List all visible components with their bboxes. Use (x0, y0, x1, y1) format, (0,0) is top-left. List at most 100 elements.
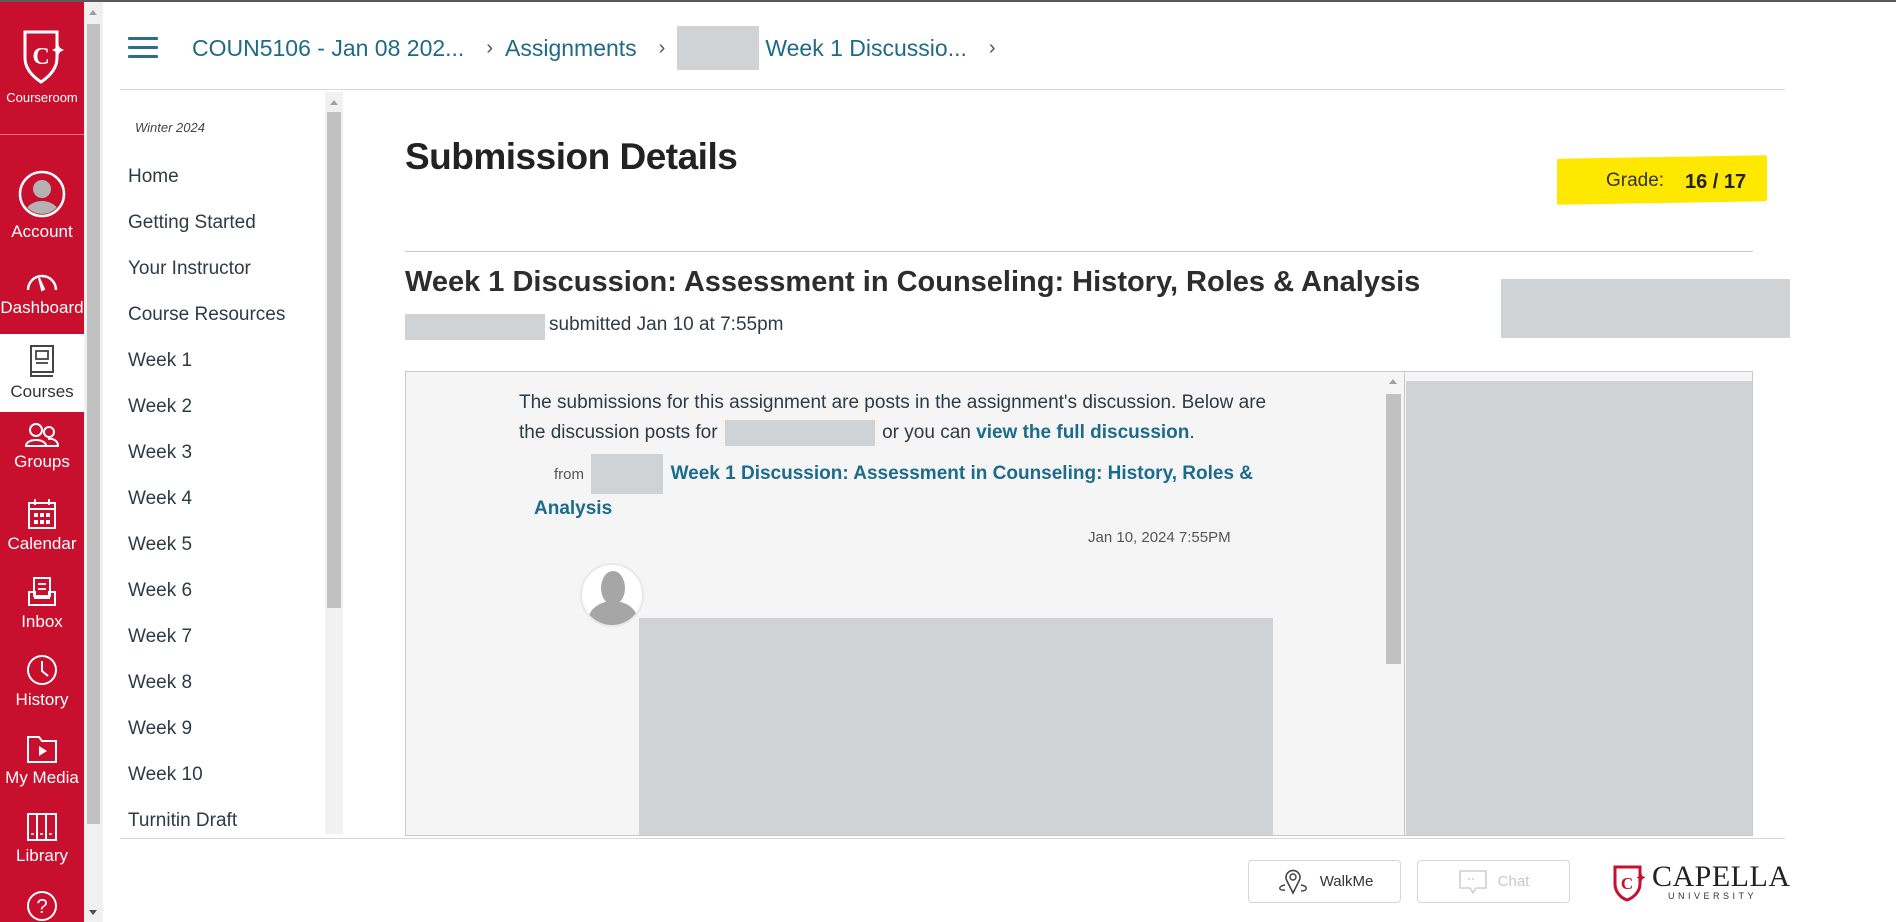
scroll-up-arrow-icon[interactable] (330, 100, 338, 105)
hamburger-menu-icon[interactable] (128, 37, 158, 59)
nav-inbox-label: Inbox (21, 612, 63, 631)
intro-text: or you can (882, 422, 971, 443)
course-nav-item-week-6[interactable]: Week 6 (128, 580, 285, 626)
submission-frame: The submissions for this assignment are … (405, 371, 1753, 836)
chat-button[interactable]: Chat (1417, 860, 1570, 903)
chevron-right-icon: › (658, 36, 666, 59)
nav-groups[interactable]: Groups (0, 422, 84, 472)
intro-text: . (1189, 422, 1195, 443)
course-nav-item-week-1[interactable]: Week 1 (128, 350, 285, 396)
course-nav-item-course-resources[interactable]: Course Resources (128, 304, 285, 350)
nav-calendar-label: Calendar (7, 534, 77, 553)
nav-divider (0, 134, 84, 135)
course-nav-scrollbar[interactable] (325, 92, 343, 834)
nav-my-media-label: My Media (5, 768, 79, 787)
breadcrumb-course-link[interactable]: COUN5106 - Jan 08 202... (192, 35, 464, 62)
course-nav-item-week-9[interactable]: Week 9 (128, 718, 285, 764)
posts-scrollbar[interactable] (1384, 372, 1402, 835)
panel-divider (1404, 372, 1405, 835)
nav-dashboard-label: Dashboard (0, 298, 84, 317)
from-label: from (554, 466, 584, 484)
course-nav-item-getting-started[interactable]: Getting Started (128, 212, 285, 258)
capella-shield-icon: C (23, 30, 64, 84)
nav-my-media[interactable]: My Media (0, 734, 84, 788)
walkme-map-pin-icon (1278, 869, 1307, 895)
view-full-discussion-link[interactable]: view the full discussion (976, 422, 1189, 443)
course-nav-item-week-10[interactable]: Week 10 (128, 764, 285, 810)
nav-groups-label: Groups (14, 452, 70, 471)
capella-shield-icon: C (1613, 865, 1646, 902)
page-title: Submission Details (405, 136, 738, 177)
nav-courses[interactable]: Courses (0, 334, 84, 412)
discussion-posts-panel: The submissions for this assignment are … (406, 372, 1402, 835)
submission-intro: The submissions for this assignment are … (519, 388, 1279, 448)
redacted-student-name (591, 454, 664, 494)
global-nav: C Courseroom Account Dashboard Courses G… (0, 2, 84, 922)
course-nav-item-week-7[interactable]: Week 7 (128, 626, 285, 672)
nav-library[interactable]: Library (0, 812, 84, 866)
nav-calendar[interactable]: Calendar (0, 498, 84, 554)
course-nav-item-week-5[interactable]: Week 5 (128, 534, 285, 580)
courseroom-logo-link[interactable]: C Courseroom (0, 28, 84, 108)
course-nav-item-turnitin-draft[interactable]: Turnitin Draft (128, 810, 285, 834)
chat-label: Chat (1497, 873, 1530, 890)
nav-account[interactable]: Account (0, 170, 84, 242)
course-nav-item-week-8[interactable]: Week 8 (128, 672, 285, 718)
section-divider (405, 251, 1753, 252)
nav-history[interactable]: History (0, 654, 84, 710)
walkme-label: WalkMe (1319, 873, 1374, 890)
course-nav-item-week-2[interactable]: Week 2 (128, 396, 285, 442)
breadcrumb-bar: COUN5106 - Jan 08 202... › Assignments ›… (120, 2, 1785, 90)
library-icon (27, 813, 57, 841)
avatar (580, 563, 644, 627)
course-nav-list: Home Getting Started Your Instructor Cou… (128, 166, 285, 834)
breadcrumb: COUN5106 - Jan 08 202... › Assignments ›… (192, 26, 1008, 70)
course-nav-item-week-3[interactable]: Week 3 (128, 442, 285, 488)
breadcrumb-assignment-link[interactable]: Week 1 Discussio... (765, 35, 967, 62)
scroll-up-arrow-icon[interactable] (1389, 379, 1397, 384)
calendar-icon (28, 499, 56, 529)
scrollbar-thumb[interactable] (1386, 394, 1401, 664)
post-source: from Week 1 Discussion: Assessment in Co… (534, 454, 1254, 524)
nav-courses-label: Courses (10, 382, 74, 401)
chat-bubble-icon (1458, 869, 1487, 895)
svg-text:C: C (32, 44, 49, 70)
breadcrumb-assignments-link[interactable]: Assignments (505, 35, 637, 62)
redacted-student-name (405, 314, 545, 340)
logo-subtitle: UNIVERSITY (1668, 891, 1758, 901)
chevron-right-icon: › (988, 36, 996, 59)
walkme-button[interactable]: WalkMe (1248, 860, 1401, 903)
nav-history-label: History (15, 690, 69, 709)
scrollbar-thumb[interactable] (327, 112, 341, 608)
capella-university-logo: C CAPELLA UNIVERSITY (1612, 862, 1790, 902)
global-nav-scrollbar[interactable] (84, 2, 103, 922)
courses-book-icon (30, 345, 54, 377)
scroll-down-arrow-icon[interactable] (89, 910, 97, 915)
nav-inbox[interactable]: Inbox (0, 576, 84, 632)
media-folder-icon (27, 736, 57, 763)
course-nav-item-home[interactable]: Home (128, 166, 285, 212)
account-avatar-icon (18, 170, 66, 218)
course-term: Winter 2024 (135, 120, 205, 135)
redacted-block (1501, 279, 1790, 338)
redacted-side-panel (1406, 381, 1752, 835)
scroll-up-arrow-icon[interactable] (89, 10, 97, 15)
course-nav-item-your-instructor[interactable]: Your Instructor (128, 258, 285, 304)
dashboard-gauge-icon (26, 274, 58, 292)
grade-value: 16 / 17 (1685, 171, 1747, 193)
groups-icon (24, 423, 60, 447)
assignment-title: Week 1 Discussion: Assessment in Counsel… (405, 266, 1421, 298)
course-nav: Winter 2024 Home Getting Started Your In… (103, 92, 325, 834)
submitted-timestamp: submitted Jan 10 at 7:55pm (549, 314, 784, 335)
redacted-post-content (639, 618, 1273, 835)
grade-label: Grade: (1606, 170, 1665, 191)
redacted-student-name (724, 419, 875, 446)
scrollbar-thumb[interactable] (87, 24, 100, 824)
course-nav-item-week-4[interactable]: Week 4 (128, 488, 285, 534)
nav-account-label: Account (11, 222, 73, 241)
redacted-block (677, 26, 760, 70)
nav-dashboard[interactable]: Dashboard (0, 266, 84, 318)
svg-text:?: ? (36, 896, 47, 918)
nav-help[interactable]: ? (0, 890, 84, 922)
logo-name: CAPELLA (1652, 860, 1791, 893)
